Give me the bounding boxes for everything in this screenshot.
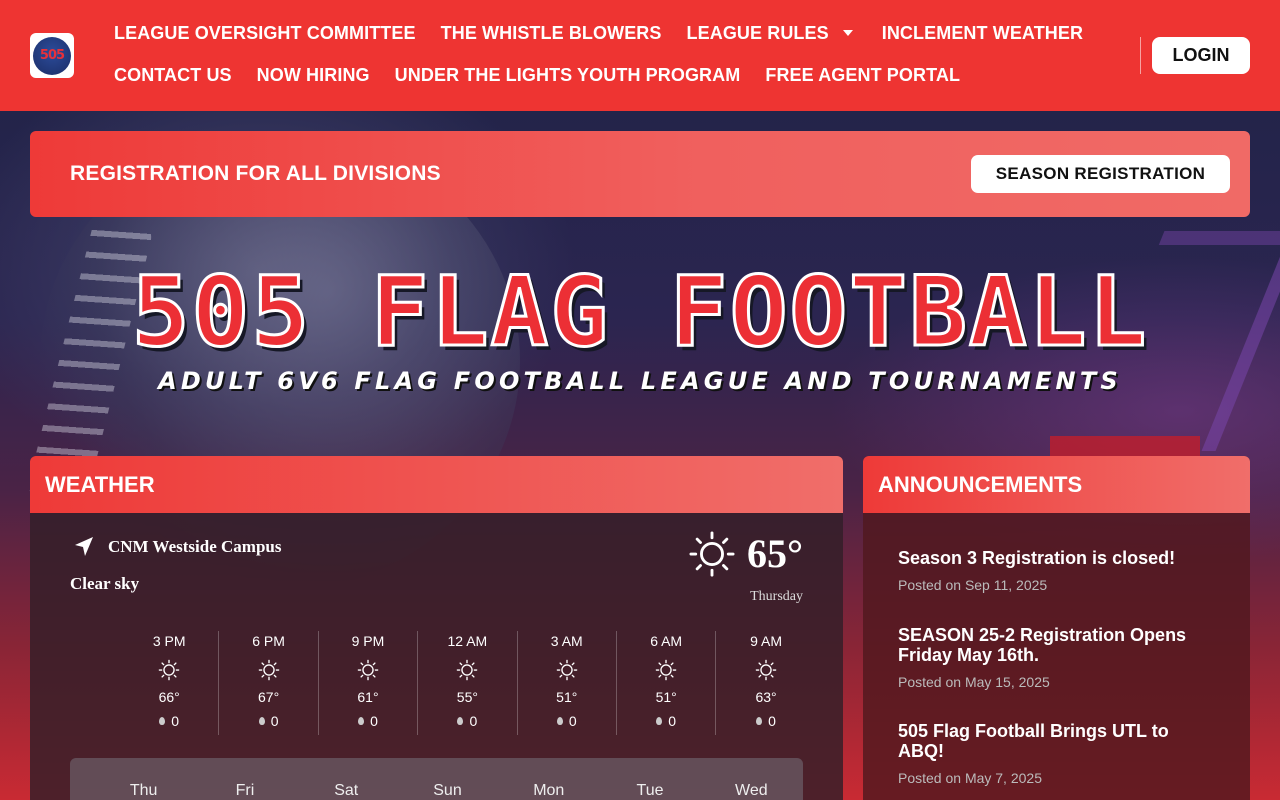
hour-temperature: 61° (357, 689, 379, 705)
login-button[interactable]: LOGIN (1152, 37, 1250, 74)
nav-now-hiring[interactable]: NOW HIRING (257, 65, 370, 85)
hourly-item: 3 PM 66° 0 (120, 631, 220, 735)
announcements-panel: ANNOUNCEMENTS Season 3 Registration is c… (863, 456, 1250, 800)
daily-forecast: Thu Fri Sat Sun Mon Tue Wed (70, 758, 803, 800)
sun-icon (689, 530, 735, 577)
sun-icon (158, 659, 180, 681)
day-label[interactable]: Sat (295, 782, 398, 800)
announcement-date: Posted on May 15, 2025 (898, 674, 1050, 690)
sun-icon (457, 659, 478, 681)
day-label[interactable]: Mon (497, 782, 600, 800)
sun-icon (258, 659, 279, 681)
announcement-title[interactable]: SEASON 25-2 Registration Opens Friday Ma… (898, 625, 1218, 665)
day-label[interactable]: Fri (193, 782, 296, 800)
weather-heading: WEATHER (30, 456, 843, 513)
nav-free-agent-portal[interactable]: FREE AGENT PORTAL (765, 65, 960, 85)
hour-temperature: 51° (655, 689, 677, 705)
weather-description: Clear sky (70, 574, 140, 593)
hour-rain: 0 (319, 713, 417, 729)
hour-rain: 0 (120, 713, 218, 729)
raindrop-icon (556, 717, 563, 725)
chevron-down-icon (842, 30, 853, 36)
hourly-item: 3 AM 51° 0 (518, 631, 617, 735)
hour-rain: 0 (716, 713, 815, 729)
sun-icon (655, 659, 677, 681)
hourly-item: 12 AM 55° 0 (418, 631, 518, 735)
registration-title: REGISTRATION FOR ALL DIVISIONS (70, 162, 441, 185)
hour-time: 9 PM (351, 633, 385, 649)
hourly-item: 6 PM 67° 0 (219, 631, 319, 735)
hour-temperature: 63° (755, 689, 777, 705)
raindrop-icon (358, 717, 365, 725)
day-label[interactable]: Sun (396, 782, 499, 800)
nav-whistle-blowers[interactable]: THE WHISTLE BLOWERS (441, 23, 662, 43)
weather-location: CNM Westside Campus (72, 535, 281, 559)
hour-rain: 0 (219, 713, 317, 729)
hour-rain: 0 (617, 713, 715, 729)
hour-rain: 0 (418, 713, 516, 729)
nav-contact-us[interactable]: CONTACT US (114, 65, 232, 85)
logo-badge: 505 (33, 36, 71, 75)
site-header: 505 LEAGUE OVERSIGHT COMMITTEE THE WHIST… (0, 0, 1280, 111)
day-label[interactable]: Tue (598, 782, 701, 800)
hour-temperature: 67° (258, 689, 280, 705)
announcement-item[interactable]: SEASON 25-2 Registration Opens Friday Ma… (898, 625, 1218, 690)
registration-banner: REGISTRATION FOR ALL DIVISIONS SEASON RE… (30, 131, 1250, 217)
announcement-item[interactable]: Season 3 Registration is closed! Posted … (898, 548, 1218, 593)
raindrop-icon (159, 717, 166, 725)
hour-time: 9 AM (750, 633, 782, 649)
hour-temperature: 55° (456, 689, 478, 705)
hero-subtitle: ADULT 6V6 FLAG FOOTBALL LEAGUE AND TOURN… (158, 367, 1122, 395)
current-day: Thursday (750, 589, 803, 604)
season-registration-button[interactable]: SEASON REGISTRATION (971, 155, 1230, 193)
announcements-heading: ANNOUNCEMENTS (863, 456, 1250, 513)
announcement-item[interactable]: 505 Flag Football Brings UTL to ABQ! Pos… (898, 721, 1218, 786)
announcement-title[interactable]: Season 3 Registration is closed! (898, 548, 1218, 568)
hour-time: 6 PM (252, 633, 285, 649)
header-divider (1140, 37, 1141, 74)
location-arrow-icon (75, 537, 93, 556)
raindrop-icon (457, 717, 464, 725)
hour-time: 12 AM (447, 633, 488, 649)
hour-time: 6 AM (650, 633, 683, 649)
announcement-date: Posted on May 7, 2025 (898, 770, 1042, 786)
raindrop-icon (756, 717, 763, 725)
day-label[interactable]: Wed (700, 782, 803, 800)
nav-youth-program[interactable]: UNDER THE LIGHTS YOUTH PROGRAM (395, 65, 741, 85)
hourly-item: 9 AM 63° 0 (716, 631, 815, 735)
announcement-date: Posted on Sep 11, 2025 (898, 577, 1048, 593)
hour-temperature: 66° (158, 689, 180, 705)
hourly-forecast: 3 PM 66° 0 6 PM 67° 0 9 PM 61° 0 12 AM 5… (120, 631, 816, 735)
nav-league-oversight-committee[interactable]: LEAGUE OVERSIGHT COMMITTEE (114, 23, 416, 43)
current-temperature: 65° (747, 531, 803, 576)
nav-inclement-weather[interactable]: INCLEMENT WEATHER (882, 23, 1083, 43)
announcement-title[interactable]: 505 Flag Football Brings UTL to ABQ! (898, 721, 1218, 761)
sun-icon (755, 659, 777, 681)
sun-icon (357, 659, 379, 681)
day-label[interactable]: Thu (92, 782, 195, 800)
nav-league-rules[interactable]: LEAGUE RULES (687, 23, 857, 43)
hour-rain: 0 (518, 713, 616, 729)
nav-row-1: LEAGUE OVERSIGHT COMMITTEE THE WHISTLE B… (114, 23, 1108, 43)
hour-time: 3 AM (550, 633, 583, 649)
site-logo[interactable]: 505 (30, 33, 74, 78)
nav-row-2: CONTACT US NOW HIRING UNDER THE LIGHTS Y… (114, 65, 985, 85)
hero-title: 505 FLAG FOOTBALL (130, 256, 1149, 368)
weather-location-name: CNM Westside Campus (108, 537, 282, 556)
weather-widget: WEATHER CNM Westside Campus Clear sky 65… (30, 456, 843, 800)
current-weather: 65° (689, 530, 803, 577)
hourly-item: 9 PM 61° 0 (319, 631, 419, 735)
hour-time: 3 PM (152, 633, 186, 649)
raindrop-icon (258, 717, 265, 725)
hour-temperature: 51° (556, 689, 578, 705)
raindrop-icon (656, 717, 663, 725)
hourly-item: 6 AM 51° 0 (617, 631, 717, 735)
sun-icon (556, 659, 578, 681)
